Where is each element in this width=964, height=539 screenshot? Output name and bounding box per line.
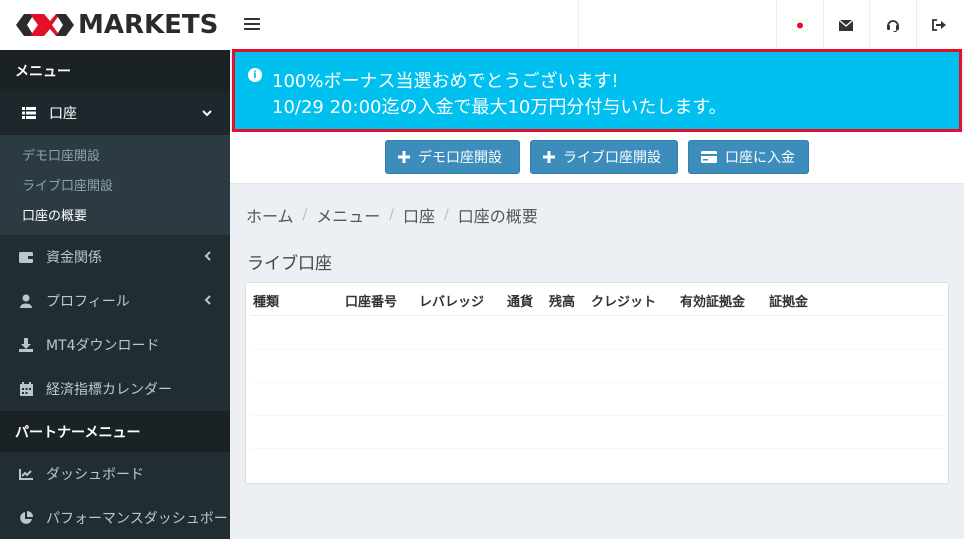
sidebar-item-account[interactable]: 口座	[0, 91, 230, 135]
breadcrumb-account[interactable]: 口座	[403, 203, 435, 227]
column-header-account-number: 口座番号	[345, 295, 398, 310]
column-header-type: 種類	[253, 295, 280, 310]
column-header-margin: 証拠金	[769, 295, 809, 310]
sidebar-subitem-demo-account[interactable]: デモ口座開設	[0, 139, 230, 169]
sidebar-item-economic-calendar[interactable]: 経済指標カレンダー	[0, 367, 230, 411]
calendar-icon	[18, 381, 34, 397]
hamburger-menu-icon[interactable]	[244, 15, 260, 33]
table-row-divider	[250, 349, 944, 350]
chevron-down-icon	[202, 106, 212, 120]
open-live-account-button[interactable]: ライブ口座開設	[530, 140, 678, 174]
sign-out-icon[interactable]	[916, 0, 962, 50]
bonus-alert: i 100%ボーナス当選おめでとうございます! 10/29 20:00迄の入金で…	[232, 49, 962, 132]
button-label: 口座に入金	[725, 150, 795, 166]
headset-icon[interactable]	[870, 0, 916, 50]
breadcrumb-separator: /	[302, 207, 308, 223]
navbar-divider	[578, 0, 579, 50]
column-header-leverage: レバレッジ	[419, 295, 485, 310]
sidebar-subitem-account-overview[interactable]: 口座の概要	[0, 199, 230, 229]
download-icon	[18, 337, 34, 353]
action-bar: デモ口座開設 ライブ口座開設 口座に入金	[230, 132, 964, 184]
sidebar-item-label: MT4ダウンロード	[46, 338, 160, 354]
table-row-divider	[250, 415, 944, 416]
top-navbar	[230, 0, 964, 50]
sidebar-item-label: 口座	[49, 106, 77, 122]
sidebar-item-funds[interactable]: 資金関係	[0, 235, 230, 279]
plus-icon	[398, 151, 410, 163]
column-header-currency: 通貨	[507, 295, 534, 310]
table-row-divider	[250, 448, 944, 449]
sidebar-item-profile[interactable]: プロフィール	[0, 279, 230, 323]
open-demo-account-button[interactable]: デモ口座開設	[385, 140, 520, 174]
column-header-credit: クレジット	[591, 295, 657, 310]
sidebar-item-mt4-download[interactable]: MT4ダウンロード	[0, 323, 230, 367]
chevron-left-icon	[204, 250, 212, 264]
alert-line-1: 100%ボーナス当選おめでとうございます!	[272, 71, 619, 92]
breadcrumb-home[interactable]: ホーム	[246, 203, 294, 227]
column-header-balance: 残高	[549, 295, 576, 310]
header-divider	[250, 315, 944, 316]
live-accounts-table: 種類 口座番号 レバレッジ 通貨 残高 クレジット 有効証拠金 証拠金	[245, 282, 949, 484]
wallet-icon	[18, 249, 34, 265]
section-title: ライブ口座	[247, 254, 332, 274]
breadcrumb-current: 口座の概要	[457, 207, 538, 226]
logo[interactable]: MARKETS	[0, 0, 230, 50]
info-icon: i	[248, 68, 262, 82]
sidebar-item-label: 経済指標カレンダー	[46, 382, 172, 398]
button-label: デモ口座開設	[418, 150, 502, 166]
logo-text: MARKETS	[78, 10, 219, 40]
account-submenu: デモ口座開設 ライブ口座開設 口座の概要	[0, 135, 230, 235]
sidebar-item-label: ダッシュボード	[46, 467, 144, 483]
deposit-button[interactable]: 口座に入金	[688, 140, 809, 174]
chevron-left-icon	[204, 294, 212, 308]
breadcrumb-separator: /	[444, 207, 449, 223]
alert-line-2: 10/29 20:00迄の入金で最大10万円分付与いたします。	[272, 97, 727, 118]
line-chart-icon	[18, 466, 34, 482]
envelope-icon[interactable]	[823, 0, 869, 50]
language-flag-icon[interactable]	[777, 0, 823, 50]
logo-mark-icon	[14, 10, 76, 40]
pie-chart-icon	[18, 510, 34, 526]
partner-menu-header: パートナーメニュー	[0, 411, 230, 452]
sidebar: MARKETS メニュー 口座 デモ口座開設 ライブ口座開設 口座の概要 資金関…	[0, 0, 230, 539]
user-icon	[18, 293, 34, 309]
breadcrumb-menu[interactable]: メニュー	[316, 203, 380, 227]
sidebar-subitem-live-account[interactable]: ライブ口座開設	[0, 169, 230, 199]
breadcrumb-separator: /	[389, 207, 394, 223]
sidebar-item-dashboard[interactable]: ダッシュボード	[0, 452, 230, 496]
menu-header: メニュー	[0, 50, 230, 91]
plus-icon	[543, 151, 555, 163]
sidebar-item-label: プロフィール	[46, 294, 130, 310]
credit-card-icon	[701, 151, 717, 163]
button-label: ライブ口座開設	[563, 150, 661, 166]
table-row-divider	[250, 382, 944, 383]
sidebar-item-performance-dashboard[interactable]: パフォーマンスダッシュボー	[0, 496, 230, 539]
sidebar-item-label: パフォーマンスダッシュボー	[46, 511, 228, 527]
breadcrumb: ホーム / メニュー / 口座 / 口座の概要	[246, 203, 538, 227]
list-icon	[21, 105, 37, 121]
sidebar-item-label: 資金関係	[46, 250, 102, 266]
column-header-equity: 有効証拠金	[680, 295, 746, 310]
